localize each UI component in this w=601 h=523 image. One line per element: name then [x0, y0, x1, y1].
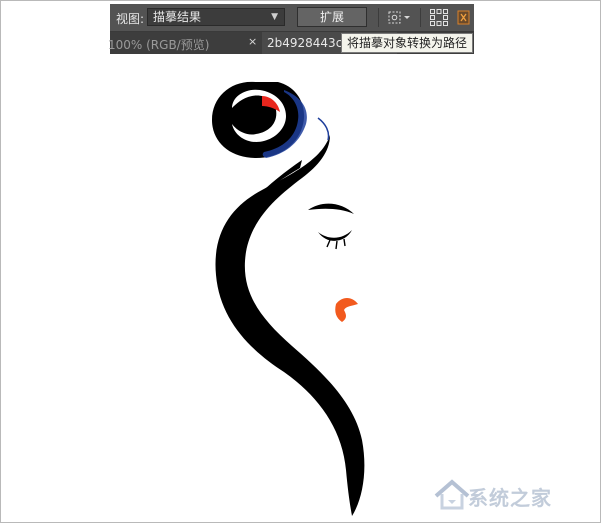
house-logo-icon: [434, 479, 470, 510]
lips: [335, 298, 358, 322]
hair-silhouette: [215, 135, 365, 516]
watermark-logo: 系统之家: [432, 474, 592, 516]
traced-artwork[interactable]: [0, 0, 601, 523]
watermark-text: 系统之家: [468, 486, 552, 510]
closed-eye: [318, 230, 352, 241]
eyebrow: [308, 203, 354, 214]
rose-icon: [212, 81, 330, 158]
